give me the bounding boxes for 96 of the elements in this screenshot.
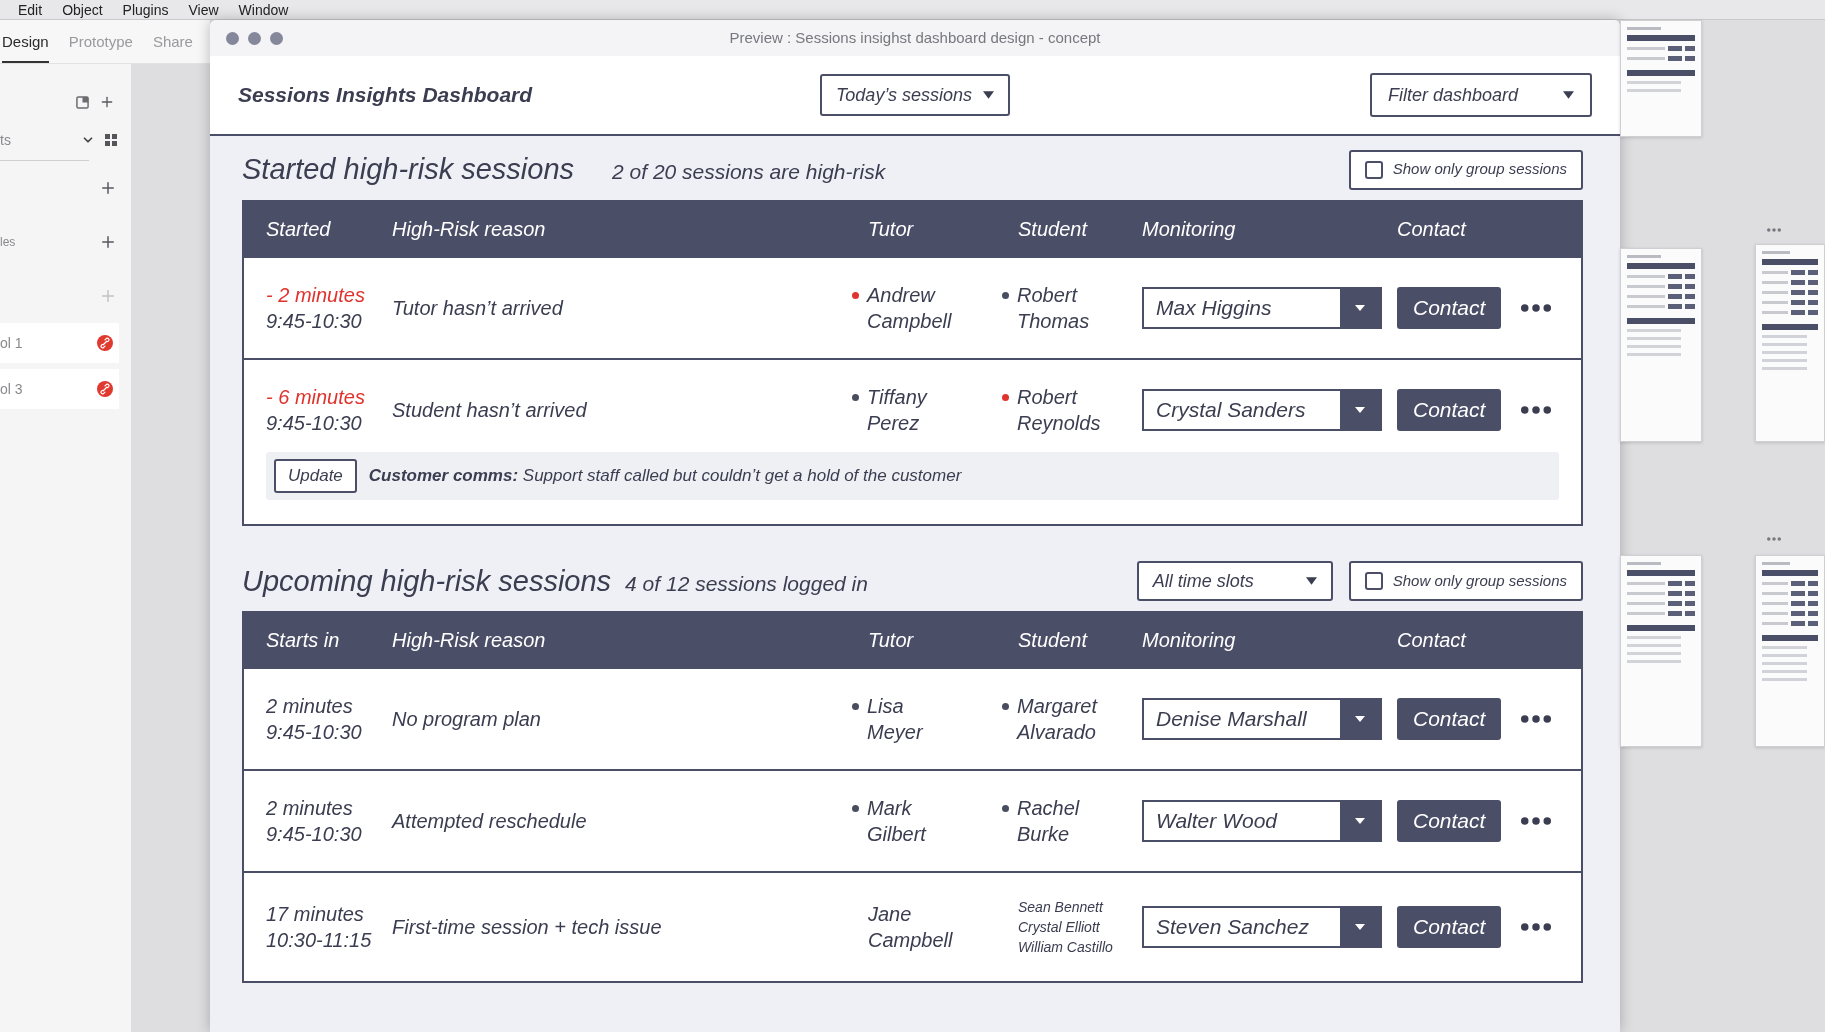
monitor-select[interactable]: Walter Wood: [1142, 800, 1382, 842]
time-elapsed: 17 minutes: [266, 902, 364, 927]
tutor-name: Andrew Campbell: [867, 282, 953, 334]
section-summary: 2 of 20 sessions are high-risk: [612, 159, 886, 185]
time-slot: 9:45-10:30: [266, 307, 362, 334]
monitor-select[interactable]: Crystal Sanders: [1142, 388, 1382, 431]
student-name: Robert Reynolds: [1017, 384, 1102, 436]
grid-icon[interactable]: [105, 134, 117, 146]
more-icon[interactable]: [1521, 923, 1552, 931]
menu-item[interactable]: View: [188, 0, 219, 19]
contact-button[interactable]: Contact: [1397, 388, 1502, 431]
component-row[interactable]: ol 3: [0, 369, 119, 409]
time-slot-dropdown[interactable]: All time slots: [1136, 561, 1333, 601]
time-elapsed: 2 minutes: [266, 694, 353, 719]
risk-reason: First-time session + tech issue: [392, 915, 662, 940]
menu-item[interactable]: Edit: [18, 0, 43, 19]
monitor-select[interactable]: Denise Marshall: [1142, 698, 1382, 740]
column-header: High-Risk reason: [392, 628, 546, 653]
column-header: Started: [266, 216, 331, 242]
component-row[interactable]: ol 1: [0, 323, 119, 363]
column-header: Student: [1018, 216, 1087, 242]
time-elapsed: - 2 minutes: [266, 282, 365, 308]
column-header: High-Risk reason: [392, 216, 546, 242]
link-icon: [97, 335, 113, 351]
risk-reason: Student hasn’t arrived: [392, 397, 587, 423]
caret-icon: [1340, 908, 1380, 946]
plus-icon[interactable]: [99, 94, 115, 110]
risk-reason: Attempted reschedule: [392, 809, 587, 834]
panel-label: les: [0, 234, 16, 251]
risk-reason: Tutor hasn’t arrived: [392, 295, 563, 321]
menu-item[interactable]: Object: [62, 0, 103, 19]
monitor-select[interactable]: Steven Sanchez: [1142, 906, 1382, 948]
student-name: William Castillo: [1018, 938, 1113, 957]
student-name: Margaret Alvarado: [1017, 694, 1099, 745]
time-slot: 9:45-10:30: [266, 719, 362, 745]
column-header: Starts in: [266, 628, 340, 653]
caret-icon: [1340, 802, 1380, 840]
caret-icon: [1305, 577, 1317, 585]
time-elapsed: 2 minutes: [266, 796, 353, 821]
time-elapsed: - 6 minutes: [266, 384, 365, 410]
caret-icon: [1563, 91, 1574, 99]
caret-icon: [1340, 288, 1380, 327]
tutor-name: Mark Gilbert: [867, 796, 928, 847]
window-dot-icon[interactable]: [270, 31, 283, 45]
tutor-name: Tiffany Perez: [867, 384, 929, 436]
section-summary: 4 of 12 sessions logged in: [625, 570, 868, 597]
column-header: Tutor: [868, 628, 914, 653]
column-header: Tutor: [868, 216, 914, 242]
day-dropdown[interactable]: Today’s sessions: [820, 74, 1010, 116]
group-sessions-filter[interactable]: Show only group sessions: [1348, 561, 1583, 601]
contact-button[interactable]: Contact: [1397, 800, 1502, 842]
tutor-name: Lisa Meyer: [867, 694, 925, 745]
section-title: Upcoming high-risk sessions: [242, 563, 612, 599]
more-icon[interactable]: [1521, 303, 1552, 312]
group-sessions-filter[interactable]: Show only group sessions: [1348, 149, 1583, 190]
window-title: Preview : Sessions insighst dashboard design - concept: [729, 27, 1101, 48]
caret-icon: [1340, 390, 1380, 429]
time-slot: 9:45-10:30: [266, 409, 362, 436]
more-icon[interactable]: [1521, 405, 1552, 414]
column-header: Monitoring: [1142, 628, 1236, 653]
student-name: Robert Thomas: [1017, 282, 1091, 334]
caret-icon: [983, 91, 994, 99]
menu-item[interactable]: Window: [238, 0, 289, 19]
plus-icon[interactable]: [99, 179, 117, 197]
section-title: Started high-risk sessions: [242, 152, 575, 187]
note-text: Customer comms: Support staff called but couldn’t get a hold of the customer: [368, 464, 962, 487]
window-dot-icon[interactable]: [226, 31, 239, 45]
checkbox[interactable]: [1364, 160, 1383, 179]
column-header: Contact: [1397, 628, 1466, 653]
contact-button[interactable]: Contact: [1397, 698, 1502, 740]
student-name: Crystal Elliott: [1018, 918, 1100, 937]
style-icon[interactable]: [76, 95, 89, 109]
window-dot-icon[interactable]: [248, 31, 261, 45]
student-name: Sean Bennett: [1018, 898, 1103, 917]
time-slot: 10:30-11:15: [266, 927, 372, 953]
checkbox[interactable]: [1364, 572, 1383, 590]
column-header: Student: [1018, 628, 1087, 653]
plus-icon[interactable]: [99, 233, 117, 251]
tutor-name: Jane Campbell: [868, 902, 954, 953]
column-header: Contact: [1397, 216, 1466, 242]
dashboard-title: Sessions Insights Dashboard: [238, 82, 533, 109]
caret-icon: [1340, 700, 1380, 738]
menu-item[interactable]: Plugins: [122, 0, 169, 19]
column-header: Monitoring: [1142, 216, 1236, 242]
panel-label: ts: [0, 130, 11, 150]
monitor-select[interactable]: Max Higgins: [1142, 286, 1382, 329]
more-icon[interactable]: [1521, 817, 1552, 825]
contact-button[interactable]: Contact: [1397, 906, 1502, 948]
contact-button[interactable]: Contact: [1397, 286, 1502, 329]
update-button[interactable]: Update: [274, 458, 357, 493]
more-icon[interactable]: [1521, 715, 1552, 723]
risk-reason: No program plan: [392, 707, 541, 732]
filter-dropdown[interactable]: Filter dashboard: [1370, 73, 1592, 117]
time-slot: 9:45-10:30: [266, 821, 362, 847]
student-name: Rachel Burke: [1017, 796, 1081, 847]
link-icon: [97, 381, 113, 397]
